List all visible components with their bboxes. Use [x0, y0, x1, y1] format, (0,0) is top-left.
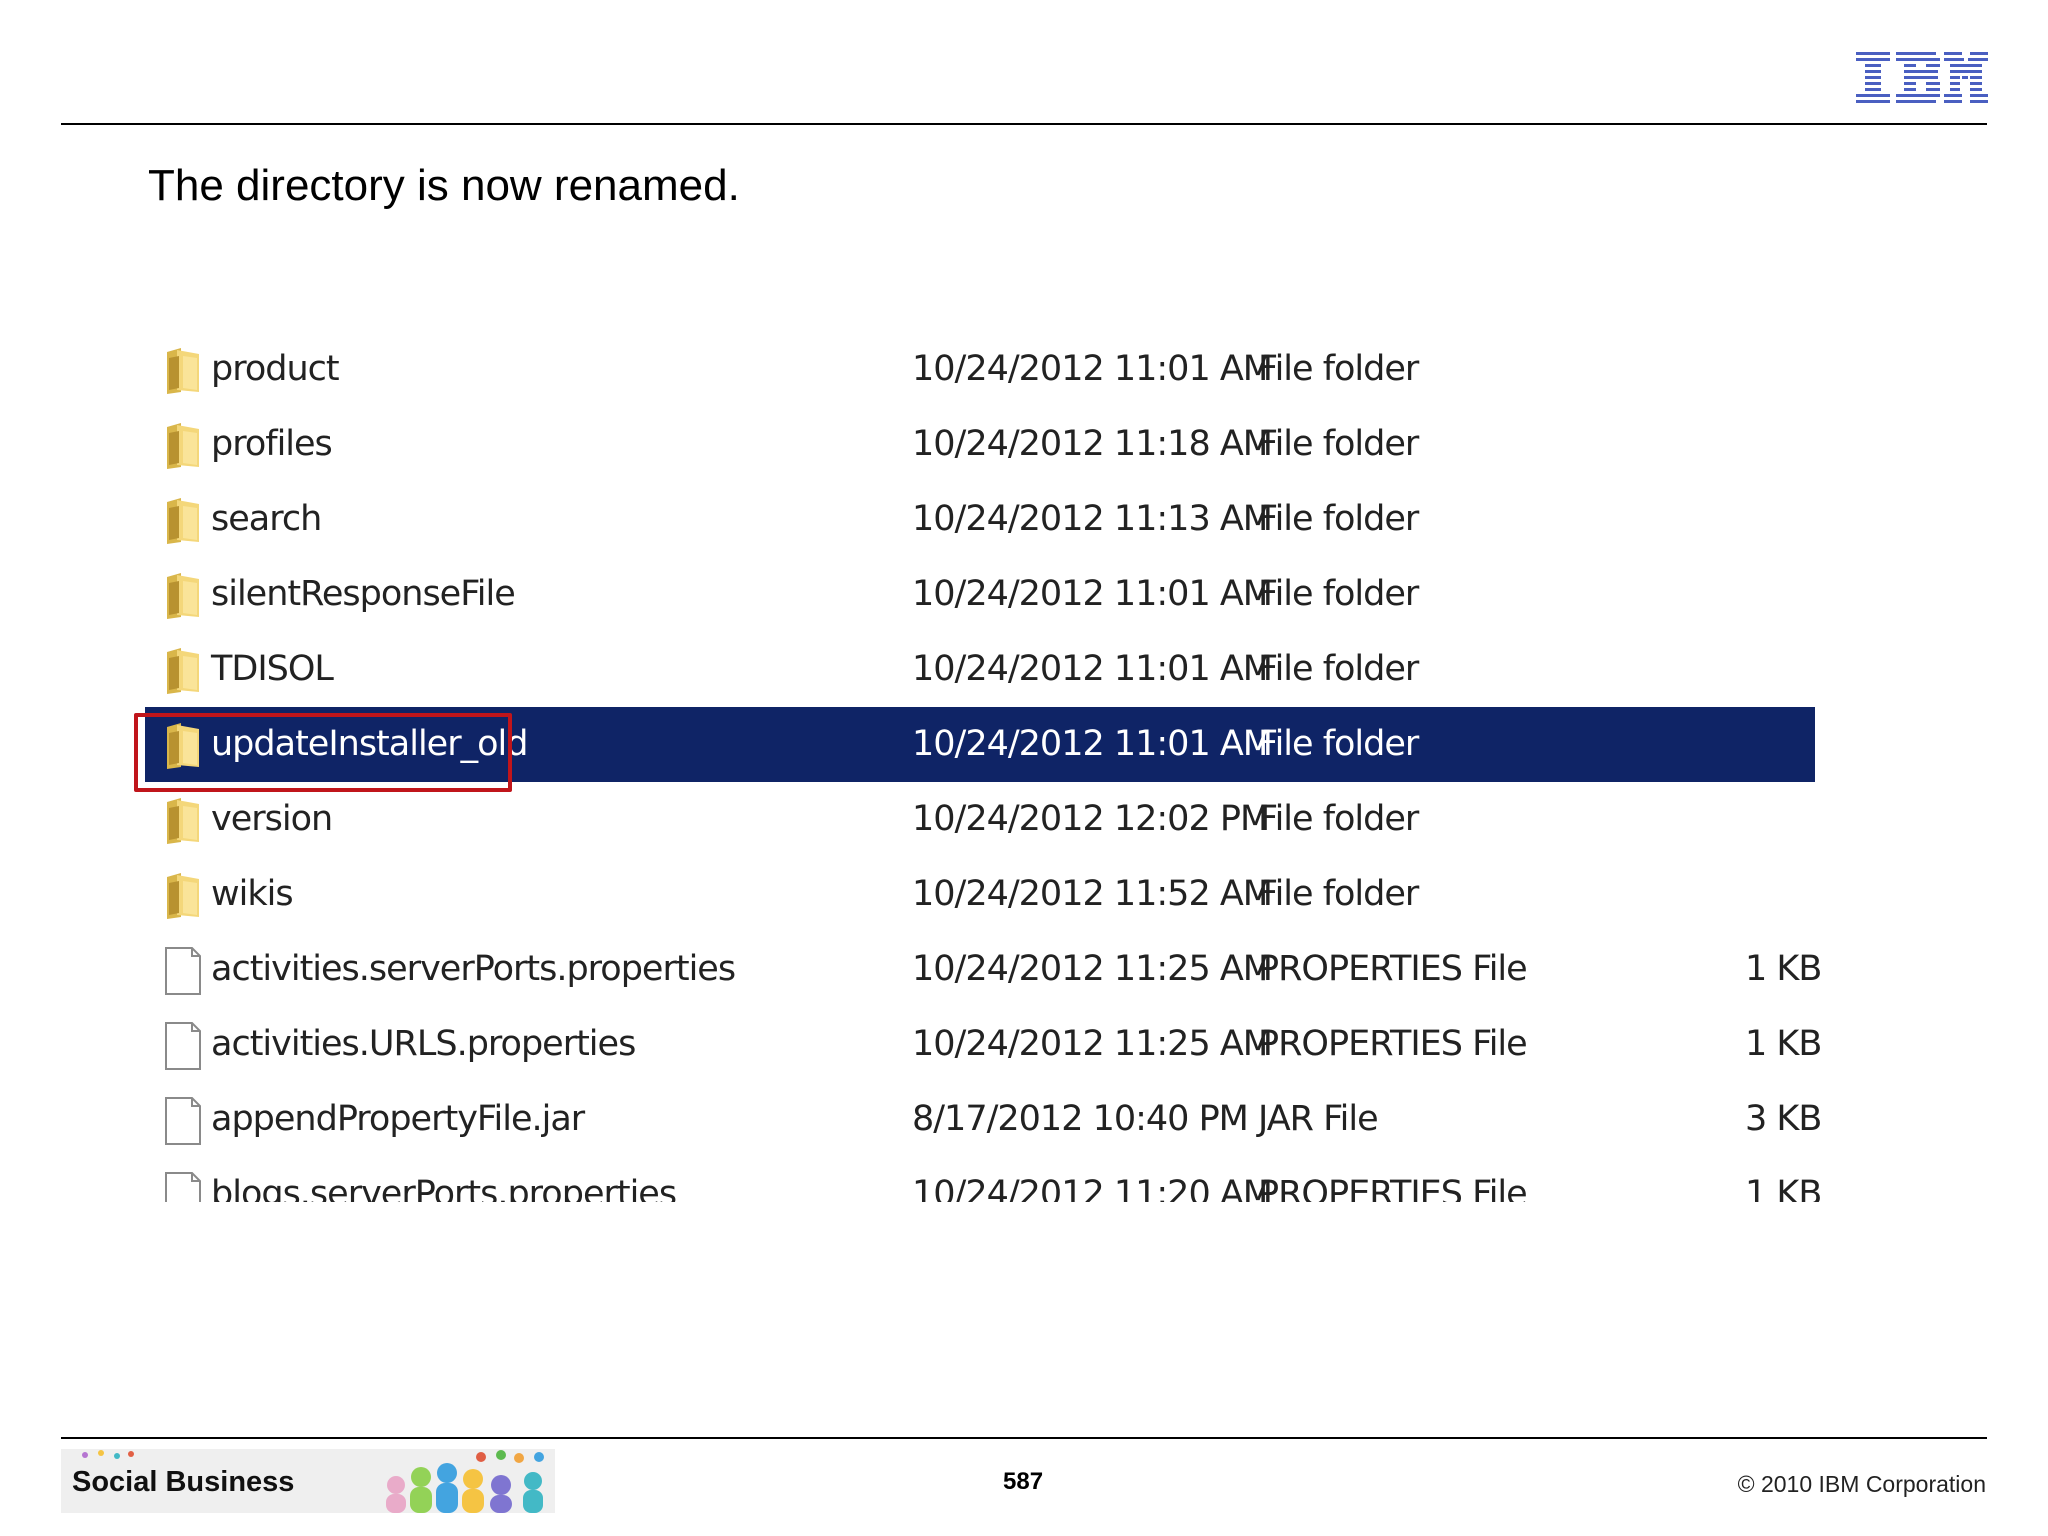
file-name: profiles [211, 424, 333, 464]
file-date-modified: 10/24/2012 11:18 AM [912, 424, 1273, 464]
file-type: PROPERTIES File [1258, 949, 1528, 989]
file-name: search [211, 499, 322, 539]
file-date-modified: 10/24/2012 11:25 AM [912, 1024, 1273, 1064]
file-icon [165, 1097, 201, 1145]
header-rule [61, 123, 1987, 125]
file-type: File folder [1258, 874, 1419, 914]
file-name: product [211, 349, 340, 389]
file-row[interactable]: product 10/24/2012 11:01 AM File folder [145, 332, 1815, 407]
file-type: PROPERTIES File [1258, 1024, 1528, 1064]
file-row[interactable]: profiles 10/24/2012 11:18 AM File folder [145, 407, 1815, 482]
file-size [1745, 707, 1805, 782]
file-icon [165, 947, 201, 995]
footer-label: Social Business [72, 1466, 295, 1498]
file-type: File folder [1258, 799, 1419, 839]
file-type: File folder [1258, 649, 1419, 689]
file-date-modified: 10/24/2012 12:02 PM [912, 799, 1270, 839]
file-date-modified: 10/24/2012 11:01 AM [912, 649, 1273, 689]
file-type: File folder [1258, 424, 1419, 464]
file-date-modified: 10/24/2012 11:20 AM [912, 1174, 1273, 1202]
file-name: version [211, 799, 333, 839]
file-name: appendPropertyFile.jar [211, 1099, 585, 1139]
folder-icon [167, 348, 199, 394]
folder-icon [167, 573, 199, 619]
file-size [1745, 332, 1805, 407]
file-name: activities.URLS.properties [211, 1024, 636, 1064]
file-size: 3 KB [1745, 1099, 1822, 1139]
file-date-modified: 10/24/2012 11:01 AM [912, 724, 1273, 764]
file-date-modified: 8/17/2012 10:40 PM [912, 1099, 1249, 1139]
footer-rule [61, 1437, 1987, 1439]
file-size [1745, 557, 1805, 632]
file-name: wikis [211, 874, 294, 914]
file-date-modified: 10/24/2012 11:01 AM [912, 574, 1273, 614]
folder-icon [167, 873, 199, 919]
file-row[interactable]: version 10/24/2012 12:02 PM File folder [145, 782, 1815, 857]
file-row[interactable]: wikis 10/24/2012 11:52 AM File folder [145, 857, 1815, 932]
rename-highlight-box [134, 713, 512, 792]
file-size [1745, 482, 1805, 557]
file-name: blogs.serverPorts.properties [211, 1174, 677, 1202]
file-row[interactable]: activities.URLS.properties 10/24/2012 11:… [145, 1007, 1822, 1082]
file-row[interactable]: appendPropertyFile.jar 8/17/2012 10:40 PM… [145, 1082, 1822, 1157]
file-name: silentResponseFile [211, 574, 516, 614]
file-type: File folder [1258, 349, 1419, 389]
file-size: 1 KB [1745, 949, 1822, 989]
file-size: 1 KB [1745, 1024, 1822, 1064]
file-type: File folder [1258, 724, 1419, 764]
file-row[interactable]: blogs.serverPorts.properties 10/24/2012 1… [145, 1157, 1822, 1202]
file-row[interactable]: search 10/24/2012 11:13 AM File folder [145, 482, 1815, 557]
folder-icon [167, 423, 199, 469]
file-name: activities.serverPorts.properties [211, 949, 736, 989]
folder-icon [167, 798, 199, 844]
file-date-modified: 10/24/2012 11:13 AM [912, 499, 1273, 539]
folder-icon [167, 498, 199, 544]
copyright: © 2010 IBM Corporation [1737, 1471, 1986, 1497]
file-date-modified: 10/24/2012 11:01 AM [912, 349, 1273, 389]
file-icon [165, 1022, 201, 1070]
file-date-modified: 10/24/2012 11:52 AM [912, 874, 1273, 914]
file-row[interactable]: TDISOL 10/24/2012 11:01 AM File folder [145, 632, 1815, 707]
file-type: PROPERTIES File [1258, 1174, 1528, 1202]
file-type: File folder [1258, 574, 1419, 614]
slide-title: The directory is now renamed. [148, 161, 740, 210]
file-size [1745, 632, 1805, 707]
page-number: 587 [1003, 1468, 1044, 1495]
file-size [1745, 857, 1805, 932]
file-row[interactable]: activities.serverPorts.properties 10/24/2… [145, 932, 1822, 1007]
file-date-modified: 10/24/2012 11:25 AM [912, 949, 1273, 989]
file-size [1745, 782, 1805, 857]
file-type: JAR File [1258, 1099, 1379, 1139]
file-type: File folder [1258, 499, 1419, 539]
file-row[interactable]: silentResponseFile 10/24/2012 11:01 AM Fil… [145, 557, 1815, 632]
file-icon [165, 1172, 201, 1202]
file-size: 1 KB [1745, 1174, 1822, 1202]
ibm-logo [1856, 52, 1988, 103]
file-name: TDISOL [211, 649, 334, 689]
file-size [1745, 407, 1805, 482]
folder-icon [167, 648, 199, 694]
